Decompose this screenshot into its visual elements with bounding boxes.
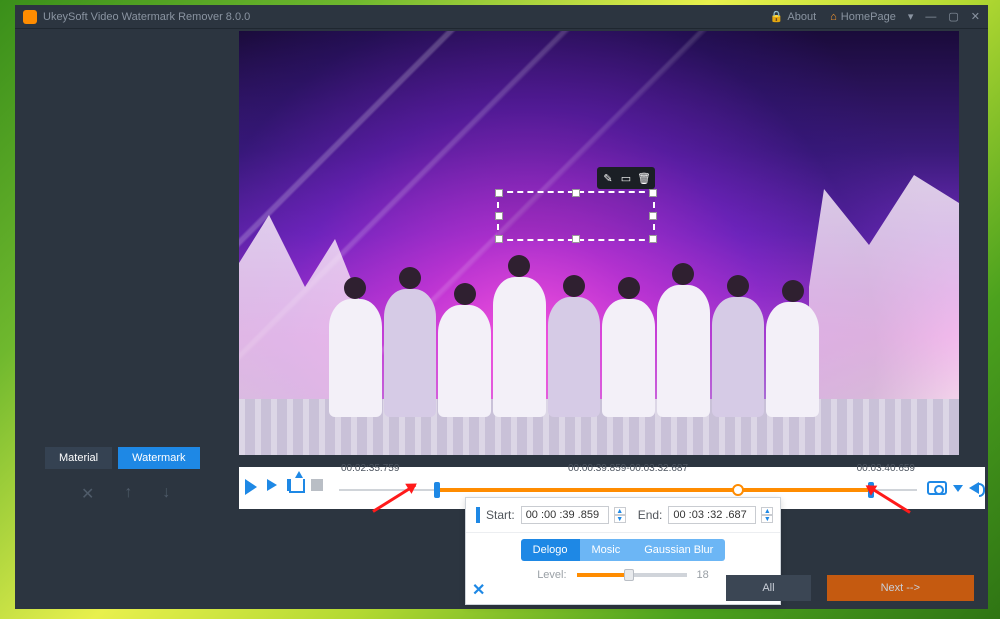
edit-selection-button[interactable]: ✎: [600, 170, 616, 186]
method-delogo[interactable]: Delogo: [521, 539, 580, 561]
delete-selection-button[interactable]: 🗑: [636, 170, 652, 186]
timeline-right-time: 00:03:40.659: [857, 463, 915, 474]
step-button[interactable]: [267, 479, 285, 497]
fullscreen-toggle-button[interactable]: [476, 507, 480, 523]
lock-icon: 🔒: [770, 10, 784, 23]
start-spin-down[interactable]: ▼: [614, 515, 626, 523]
apply-all-button[interactable]: All: [726, 575, 810, 601]
about-link[interactable]: 🔒 About: [770, 10, 816, 23]
timeline-right-icons: [927, 481, 979, 495]
move-down-button[interactable]: ↓: [162, 484, 170, 504]
resize-handle-tl[interactable]: [495, 189, 503, 197]
minimize-button[interactable]: —: [925, 11, 936, 23]
end-label: End:: [638, 508, 663, 522]
resize-handle-br[interactable]: [649, 235, 657, 243]
range-handle-left[interactable]: [434, 482, 440, 498]
close-button[interactable]: ✕: [971, 10, 980, 23]
delete-item-button[interactable]: ✕: [81, 484, 94, 504]
watermark-selection-box[interactable]: ✎ ▭ 🗑: [497, 191, 655, 241]
method-gaussian-blur[interactable]: Gaussian Blur: [632, 539, 725, 561]
bottom-buttons: All Next -->: [726, 575, 974, 601]
resize-handle-bl[interactable]: [495, 235, 503, 243]
level-label: Level:: [537, 569, 566, 581]
dropdown-icon[interactable]: ▾: [908, 10, 914, 23]
tab-material[interactable]: Material: [45, 447, 112, 469]
start-time-input[interactable]: [521, 506, 609, 524]
snapshot-options-button[interactable]: [953, 485, 963, 492]
end-spin-up[interactable]: ▲: [761, 507, 773, 515]
method-group: Delogo Mosic Gaussian Blur: [521, 539, 726, 561]
start-spin-up[interactable]: ▲: [614, 507, 626, 515]
level-thumb[interactable]: [624, 569, 634, 581]
left-tabs: Material Watermark: [45, 447, 200, 469]
timeline-range[interactable]: [437, 488, 871, 492]
decor-people: [329, 267, 819, 417]
resize-handle-tr[interactable]: [649, 189, 657, 197]
left-panel: Material Watermark ✕ ↑ ↓: [15, 29, 239, 609]
app-logo: [23, 10, 37, 24]
home-icon: ⌂: [830, 11, 837, 23]
maximize-button[interactable]: ▢: [948, 10, 958, 23]
title-bar: UkeySoft Video Watermark Remover 8.0.0 🔒…: [15, 5, 988, 29]
upload-button[interactable]: [289, 479, 307, 497]
level-slider[interactable]: [577, 573, 687, 577]
end-spin-down[interactable]: ▼: [761, 515, 773, 523]
volume-button[interactable]: [969, 482, 979, 494]
popover-cancel-button[interactable]: ✕: [472, 580, 485, 600]
crop-selection-button[interactable]: ▭: [618, 170, 634, 186]
level-fill: [577, 573, 630, 577]
homepage-link[interactable]: ⌂ HomePage: [830, 11, 896, 23]
timeline-mid-time: 00:00:39.859-00:03:32.687: [568, 463, 688, 474]
playhead-thumb[interactable]: [732, 484, 744, 496]
resize-handle-lm[interactable]: [495, 212, 503, 220]
end-time-input[interactable]: [668, 506, 756, 524]
stop-button[interactable]: [311, 479, 329, 497]
play-button[interactable]: [245, 479, 263, 497]
homepage-label: HomePage: [841, 11, 896, 23]
video-preview[interactable]: ✎ ▭ 🗑: [239, 31, 959, 455]
move-up-button[interactable]: ↑: [124, 484, 132, 504]
timeline-times: 00:02:35.759 00:00:39.859-00:03:32.687 0…: [339, 463, 917, 474]
start-label: Start:: [486, 508, 515, 522]
timeline-left-time: 00:02:35.759: [341, 463, 399, 474]
left-toolbar: ✕ ↑ ↓: [81, 484, 170, 504]
about-label: About: [787, 11, 816, 23]
app-title: UkeySoft Video Watermark Remover 8.0.0: [43, 11, 250, 23]
level-value: 18: [697, 569, 709, 581]
resize-handle-tm[interactable]: [572, 189, 580, 197]
snapshot-button[interactable]: [927, 481, 947, 495]
next-button[interactable]: Next -->: [827, 575, 974, 601]
selection-toolbar: ✎ ▭ 🗑: [597, 167, 655, 189]
app-window: UkeySoft Video Watermark Remover 8.0.0 🔒…: [15, 5, 988, 609]
resize-handle-rm[interactable]: [649, 212, 657, 220]
resize-handle-bm[interactable]: [572, 235, 580, 243]
method-mosic[interactable]: Mosic: [580, 539, 633, 561]
tab-watermark[interactable]: Watermark: [118, 447, 199, 469]
